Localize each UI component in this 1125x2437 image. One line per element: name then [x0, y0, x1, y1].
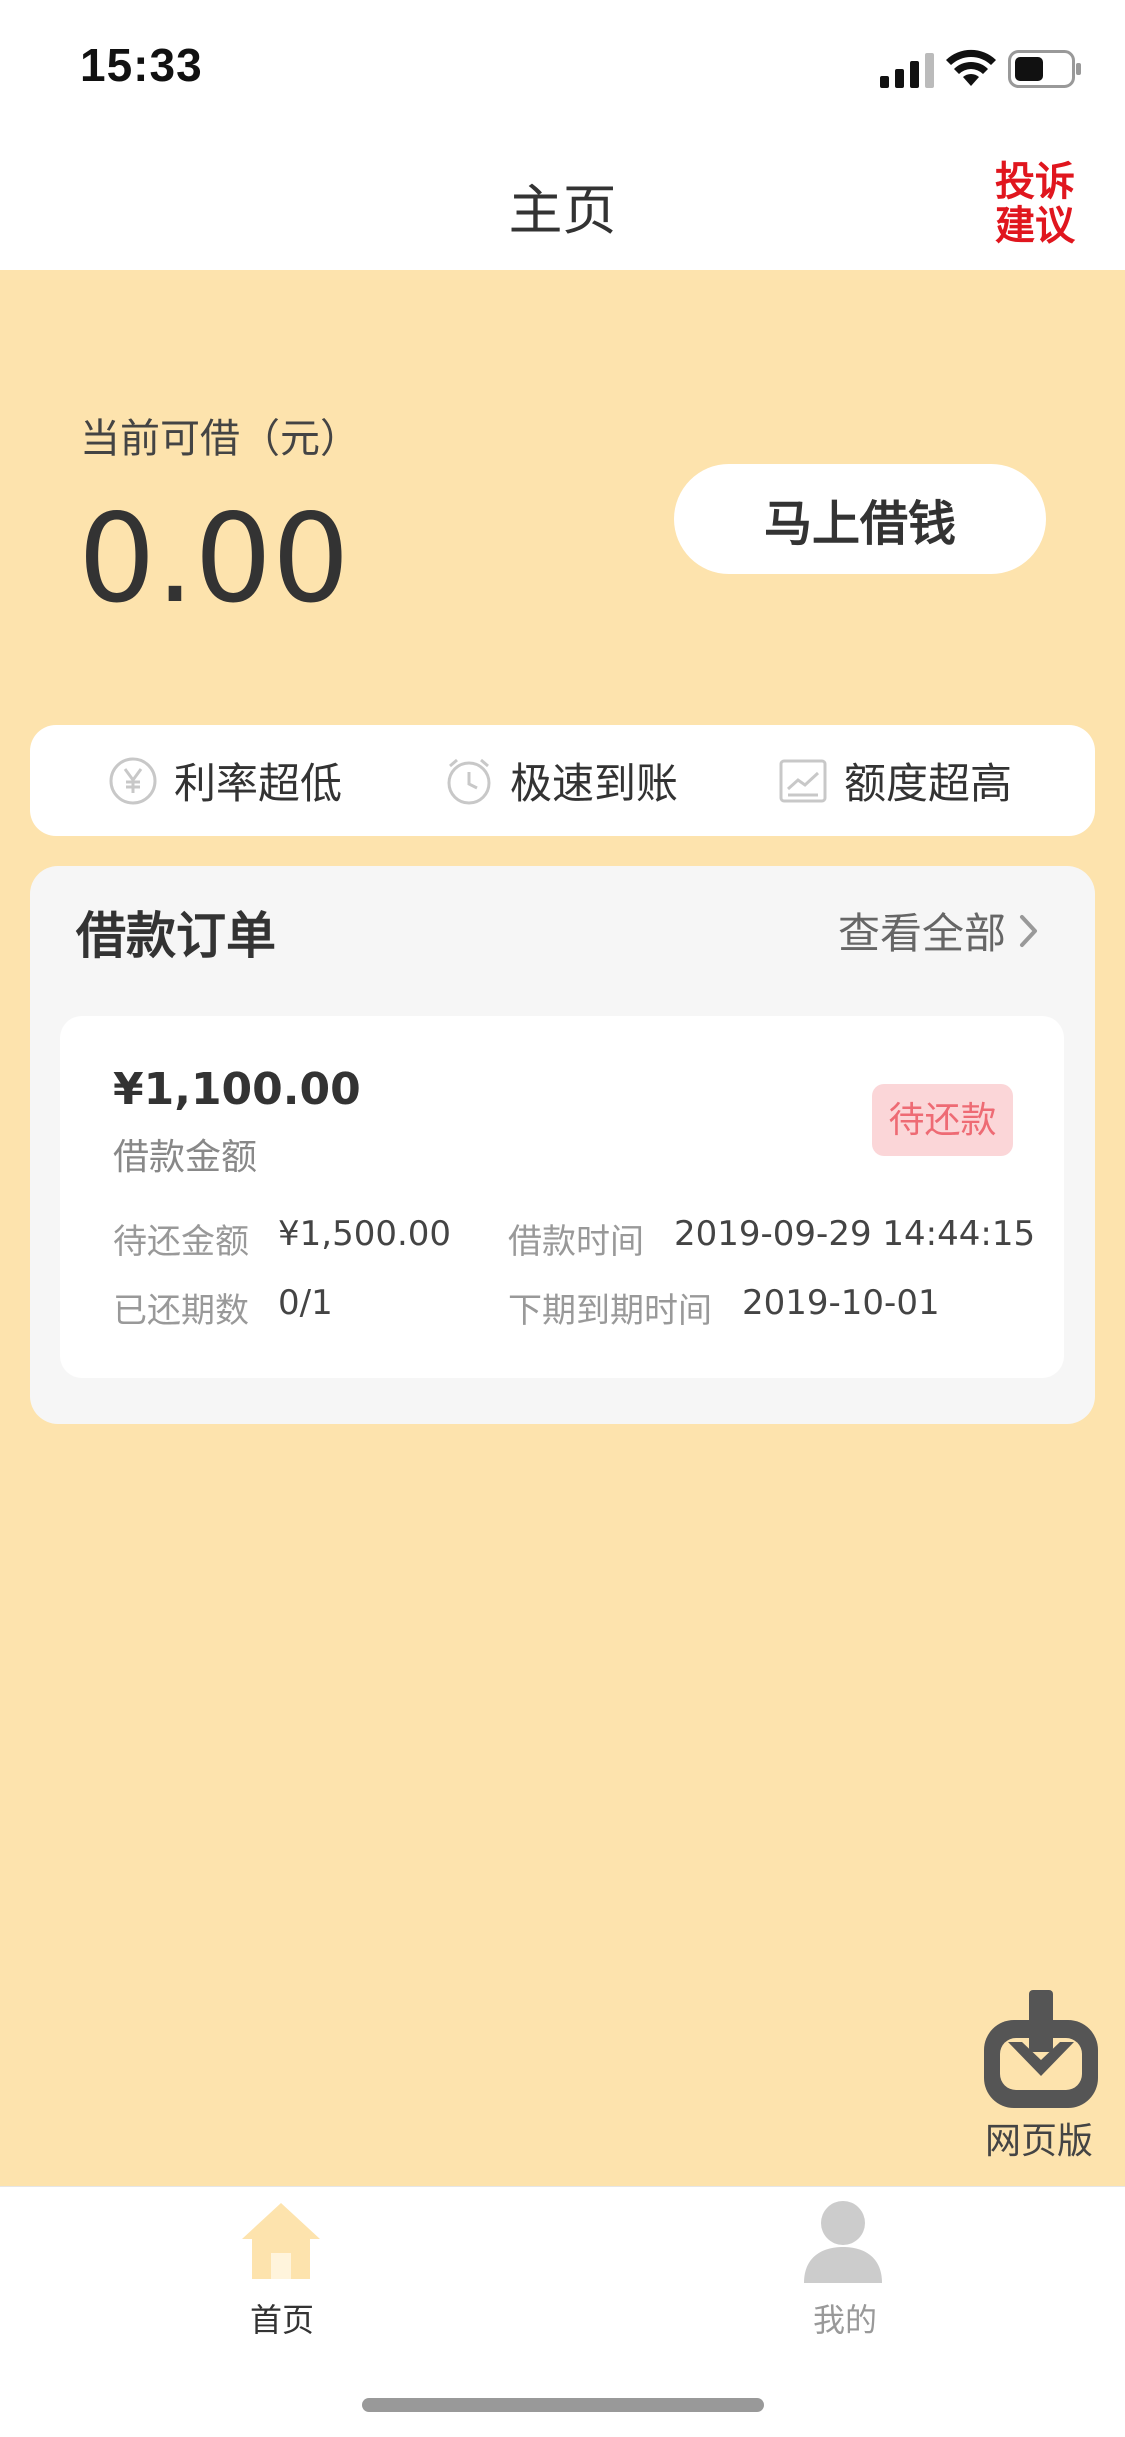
features-strip: 利率超低 极速到账 额度超高: [30, 725, 1095, 836]
next-due-value: 2019-10-01: [742, 1283, 940, 1323]
cellular-signal-icon: [880, 53, 934, 88]
feature-low-rate: 利率超低: [108, 725, 342, 836]
view-all-label: 查看全部: [838, 910, 1007, 957]
home-icon: [242, 2203, 320, 2279]
complaint-line-1: 投诉: [995, 160, 1075, 204]
next-due-label: 下期到期时间: [508, 1292, 712, 1330]
loan-amount: ¥1,100.00: [113, 1064, 361, 1115]
complaint-line-2: 建议: [995, 204, 1075, 248]
feature-label: 极速到账: [510, 760, 679, 807]
yen-circle-icon: [109, 757, 157, 804]
status-badge: 待还款: [872, 1084, 1013, 1156]
status-time: 15:33: [80, 39, 203, 91]
page-title: 主页: [508, 181, 617, 241]
pending-amount-label: 待还金额: [113, 1223, 249, 1261]
feature-label: 利率超低: [174, 760, 343, 807]
complaint-suggestion-link[interactable]: 投诉 建议: [990, 160, 1080, 248]
web-version-label[interactable]: 网页版: [985, 2112, 1093, 2164]
user-icon: [804, 2201, 882, 2283]
home-indicator: [362, 2398, 764, 2412]
loan-time-value: 2019-09-29 14:44:15: [674, 1214, 1036, 1254]
battery-icon: [1008, 50, 1081, 88]
pending-amount-value: ¥1,500.00: [278, 1214, 452, 1254]
chart-icon: [779, 759, 827, 802]
feature-label: 额度超高: [844, 760, 1013, 807]
feature-high-limit: 额度超高: [778, 725, 1012, 836]
view-all-link[interactable]: 查看全部: [838, 900, 1040, 961]
wifi-icon: [946, 49, 996, 86]
borrow-now-button[interactable]: 马上借钱: [674, 464, 1046, 574]
clock-icon: [447, 758, 491, 804]
feature-fast-arrival: 极速到账: [444, 725, 678, 836]
download-icon[interactable]: [980, 1990, 1102, 2112]
tab-mine-label: 我的: [813, 2302, 878, 2338]
loan-orders-title: 借款订单: [76, 908, 276, 964]
available-credit-amount: 0.00: [78, 488, 350, 630]
tab-home-label: 首页: [250, 2302, 315, 2338]
loan-amount-label: 借款金额: [113, 1136, 258, 1177]
available-credit-label: 当前可借（元）: [80, 417, 360, 461]
repaid-periods-value: 0/1: [278, 1283, 333, 1323]
chevron-right-icon: [1020, 914, 1038, 947]
repaid-periods-label: 已还期数: [113, 1292, 249, 1330]
loan-time-label: 借款时间: [508, 1223, 644, 1261]
